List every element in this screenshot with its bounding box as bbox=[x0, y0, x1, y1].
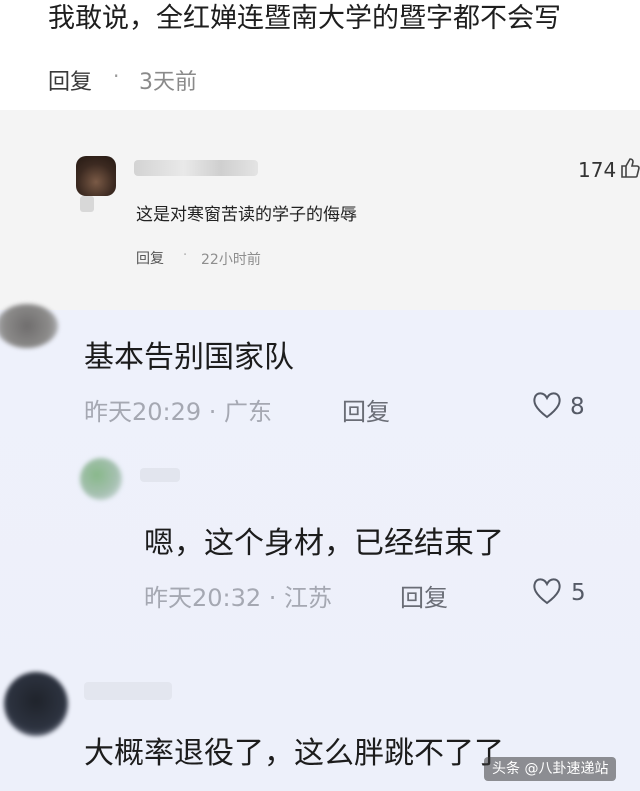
comment-text: 我敢说，全红婵连暨南大学的暨字都不会写 bbox=[48, 3, 561, 34]
timestamp: 3天前 bbox=[139, 70, 197, 95]
avatar[interactable] bbox=[76, 156, 116, 196]
more-options-icon[interactable]: ⋮ bbox=[632, 392, 640, 420]
thumbs-up-icon[interactable] bbox=[620, 157, 640, 184]
avatar-blur-mask bbox=[80, 196, 94, 212]
reply-button[interactable]: 回复 bbox=[400, 578, 448, 613]
timestamp-location: 昨天20:29 · 广东 bbox=[84, 398, 273, 426]
reply-button[interactable]: 回复 bbox=[342, 392, 390, 427]
comment-text: 基本告别国家队 bbox=[84, 340, 294, 375]
nested-reply: 174 这是对寒窗苦读的学子的侮辱 回复 · 22小时前 bbox=[0, 110, 640, 310]
timestamp: 22小时前 bbox=[201, 252, 261, 268]
like-count: 174 bbox=[578, 158, 617, 182]
blurred-username[interactable] bbox=[134, 160, 258, 176]
reply-button[interactable]: 回复 bbox=[136, 248, 164, 268]
reply-text: 这是对寒窗苦读的学子的侮辱 bbox=[136, 205, 357, 225]
like-count: 8 bbox=[570, 394, 585, 420]
separator-dot: · bbox=[183, 248, 188, 263]
reply-button[interactable]: 回复 bbox=[48, 64, 92, 96]
blurred-username[interactable] bbox=[140, 468, 180, 482]
blurred-username[interactable] bbox=[84, 682, 172, 700]
comment-text: 大概率退役了，这么胖跳不了了 bbox=[84, 736, 504, 771]
avatar[interactable] bbox=[4, 672, 68, 736]
heart-icon[interactable] bbox=[531, 576, 563, 613]
separator-dot: · bbox=[113, 64, 120, 88]
more-options-icon[interactable]: ⋮ bbox=[630, 578, 640, 606]
watermark: 头条 @八卦速递站 bbox=[484, 757, 617, 781]
comment-text: 嗯，这个身材，已经结束了 bbox=[144, 526, 504, 561]
comment-list-screenshot: 基本告别国家队 昨天20:29 · 广东 回复 8 ⋮ 嗯，这个身材，已经结束了… bbox=[0, 304, 640, 791]
avatar[interactable] bbox=[80, 458, 122, 500]
avatar[interactable] bbox=[0, 304, 58, 348]
like-count: 5 bbox=[571, 580, 586, 606]
top-comment: 我敢说，全红婵连暨南大学的暨字都不会写 回复 · 3天前 bbox=[0, 0, 640, 110]
timestamp-location: 昨天20:32 · 江苏 bbox=[144, 584, 333, 612]
heart-icon[interactable] bbox=[531, 390, 563, 427]
